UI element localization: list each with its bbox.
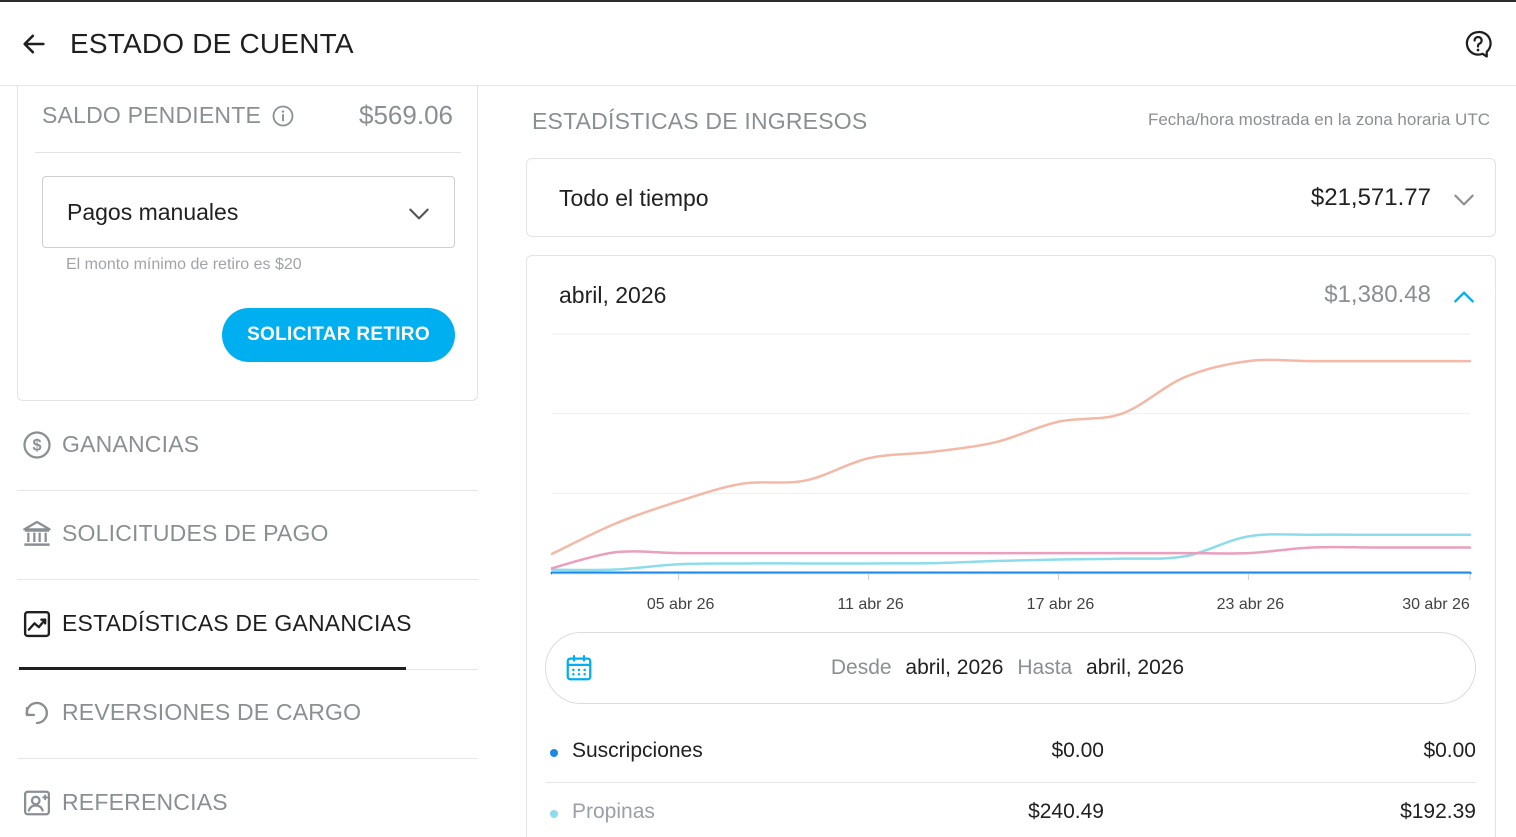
help-circle-icon [1465, 30, 1492, 58]
x-tick-label: 23 abr 26 [1217, 596, 1285, 613]
month-value: $1,380.48 [1324, 281, 1431, 308]
row-name: Suscripciones [572, 739, 703, 762]
payout-method-value: Pagos manuales [67, 199, 239, 225]
request-withdrawal-button[interactable]: SOLICITAR RETIRO [222, 308, 455, 362]
earnings-chart: 05 abr 26 11 abr 26 17 abr 26 23 abr 26 30 a… [550, 333, 1472, 613]
bank-icon [21, 518, 53, 550]
nav-label: REFERENCIAS [62, 789, 228, 815]
balance-label: SALDO PENDIENTE [42, 102, 295, 129]
nav-item-reversiones[interactable]: REVERSIONES DE CARGO [17, 669, 478, 759]
stats-title: ESTADÍSTICAS DE INGRESOS [532, 108, 868, 134]
chevron-up-icon [1454, 291, 1474, 303]
row-value-net: $192.39 [1400, 800, 1476, 823]
range-to-value: abril, 2026 [1086, 656, 1185, 679]
x-tick-label: 11 abr 26 [837, 596, 904, 613]
x-tick-label: 30 abr 26 [1402, 596, 1470, 613]
app-header: ESTADO DE CUENTA [0, 2, 1516, 86]
nav-item-ganancias[interactable]: $ GANANCIAS [17, 401, 478, 491]
series-dot [550, 749, 558, 757]
help-button[interactable] [1460, 26, 1496, 62]
balance-label-text: SALDO PENDIENTE [42, 102, 261, 128]
series-dot [550, 810, 558, 818]
dollar-circle-icon: $ [21, 429, 53, 461]
balance-card: SALDO PENDIENTE $569.06 Pagos manuales E… [17, 86, 478, 401]
chevron-down-icon [1454, 194, 1474, 206]
row-value-month: $240.49 [1028, 800, 1104, 823]
chart-line-icon [21, 608, 53, 640]
divider [35, 152, 461, 153]
svg-text:$: $ [32, 437, 41, 455]
month-label: abril, 2026 [559, 282, 667, 308]
chevron-down-icon [409, 208, 429, 220]
row-name: Propinas [572, 800, 655, 823]
range-from-label: Desde [830, 656, 892, 679]
x-tick-label: 05 abr 26 [647, 596, 715, 613]
min-withdraw-note: El monto mínimo de retiro es $20 [66, 256, 302, 273]
range-to-label: Hasta [1017, 656, 1073, 679]
undo-icon [21, 697, 53, 729]
all-time-summary[interactable]: Todo el tiempo $21,571.77 [526, 158, 1496, 237]
info-icon[interactable] [271, 104, 295, 128]
list-item: Suscripciones $0.00 $0.00 [545, 722, 1476, 782]
range-from-value: abril, 2026 [905, 656, 1004, 679]
date-range-text: Desde abril, 2026 Hasta abril, 2026 [546, 656, 1477, 680]
timezone-note: Fecha/hora mostrada en la zona horaria U… [1147, 110, 1490, 129]
row-value-month: $0.00 [1051, 739, 1104, 762]
payout-method-select[interactable]: Pagos manuales [42, 176, 455, 248]
page-title: ESTADO DE CUENTA [70, 28, 354, 59]
balance-amount: $569.06 [359, 100, 453, 130]
all-time-label: Todo el tiempo [559, 185, 709, 211]
arrow-left-icon [23, 34, 45, 54]
nav-label: GANANCIAS [62, 431, 200, 457]
x-tick-label: 17 abr 26 [1027, 596, 1095, 613]
nav-item-solicitudes[interactable]: SOLICITUDES DE PAGO [17, 490, 478, 580]
list-item: Propinas $240.49 $192.39 [545, 783, 1476, 837]
nav-label: SOLICITUDES DE PAGO [62, 520, 329, 546]
series-line-0 [550, 358, 1472, 556]
user-card-icon [21, 787, 53, 819]
nav-item-estadisticas[interactable]: ESTADÍSTICAS DE GANANCIAS [17, 580, 478, 670]
row-value-net: $0.00 [1423, 739, 1476, 762]
all-time-value: $21,571.77 [1310, 184, 1431, 211]
nav-item-referencias[interactable]: REFERENCIAS [17, 759, 478, 837]
nav-label: REVERSIONES DE CARGO [62, 699, 362, 725]
back-button[interactable] [16, 28, 52, 60]
nav-label: ESTADÍSTICAS DE GANANCIAS [62, 610, 412, 636]
date-range-picker[interactable]: Desde abril, 2026 Hasta abril, 2026 [545, 632, 1476, 704]
